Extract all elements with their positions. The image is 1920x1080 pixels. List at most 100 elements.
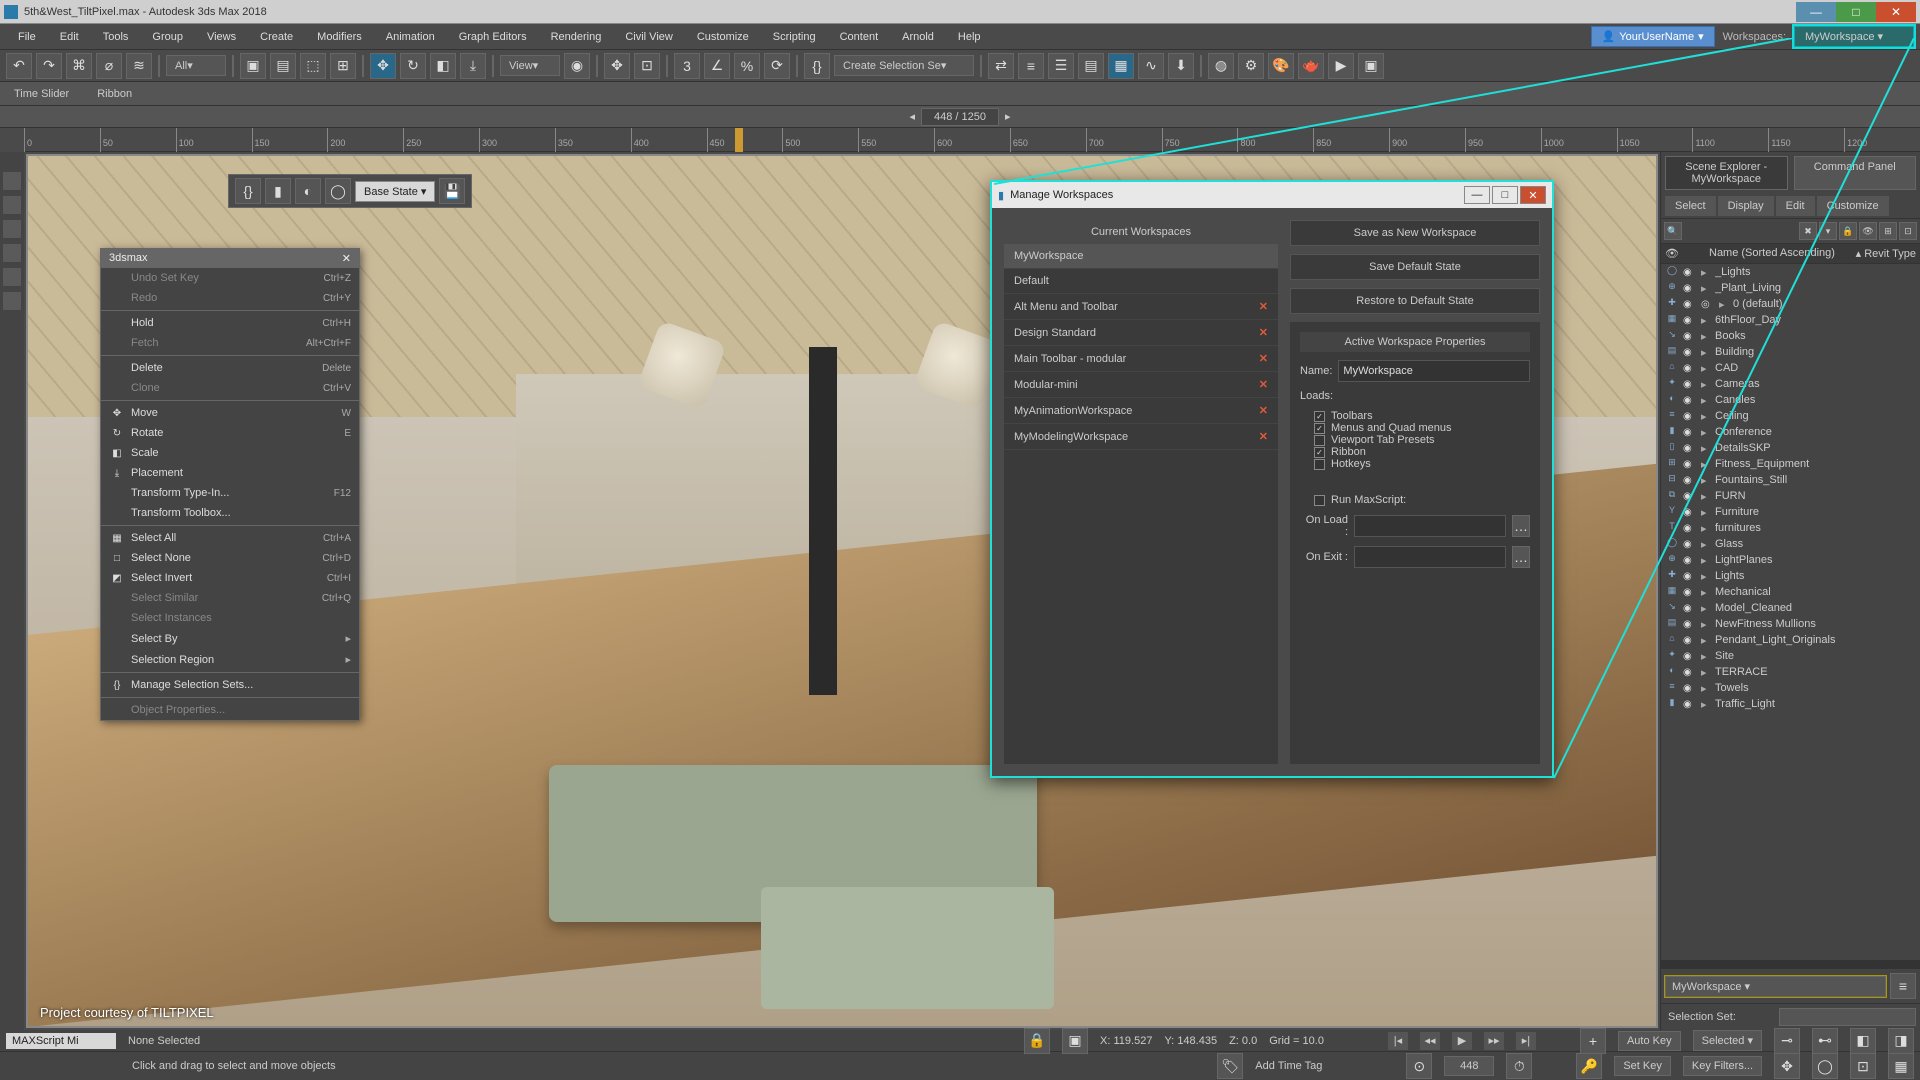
visibility-icon[interactable]: ◉ (1683, 379, 1697, 390)
select-object-button[interactable]: ▣ (240, 53, 266, 79)
render-frame-button[interactable]: 🎨 (1268, 53, 1294, 79)
tab-command-panel[interactable]: Command Panel (1794, 156, 1917, 190)
maxscript-listener[interactable]: MAXScript Mi (6, 1033, 116, 1049)
layer-button[interactable]: ☰ (1048, 53, 1074, 79)
visibility-icon[interactable]: ◉ (1683, 619, 1697, 630)
delete-workspace-icon[interactable]: ✕ (1259, 404, 1268, 417)
window-crossing-button[interactable]: ⊞ (330, 53, 356, 79)
close-button[interactable]: ✕ (1876, 2, 1916, 22)
scale-button[interactable]: ◧ (430, 53, 456, 79)
load-checkbox[interactable] (1314, 411, 1325, 422)
snap-button[interactable]: 3 (674, 53, 700, 79)
state-icon[interactable]: {} (235, 178, 261, 204)
workspace-modular-mini[interactable]: Modular-mini✕ (1004, 372, 1278, 398)
ctx-delete[interactable]: DeleteDelete (101, 358, 359, 378)
onexit-input[interactable] (1354, 546, 1506, 568)
expand-icon[interactable]: ▸ (1701, 426, 1711, 439)
visibility-icon[interactable]: ◉ (1683, 395, 1697, 406)
ctx-select-all[interactable]: ▦Select AllCtrl+A (101, 528, 359, 548)
scene-item[interactable]: ▦◉▸Mechanical (1661, 584, 1920, 600)
menu-modifiers[interactable]: Modifiers (305, 27, 374, 47)
onload-input[interactable] (1354, 515, 1506, 537)
workspace-main-toolbar-modular[interactable]: Main Toolbar - modular✕ (1004, 346, 1278, 372)
expand-icon[interactable]: ▸ (1701, 666, 1711, 679)
bind-button[interactable]: ≋ (126, 53, 152, 79)
key-mode-icon[interactable]: ⊙ (1406, 1053, 1432, 1079)
se-tool-icon[interactable]: ▾ (1819, 222, 1837, 240)
expand-icon[interactable]: ▸ (1701, 330, 1711, 343)
scene-item[interactable]: ▯◉▸DetailsSKP (1661, 440, 1920, 456)
tab-scene-explorer[interactable]: Scene Explorer - MyWorkspace (1665, 156, 1788, 190)
visibility-icon[interactable]: ◉ (1683, 459, 1697, 470)
scene-item[interactable]: ✚◉◎▸0 (default) (1661, 296, 1920, 312)
expand-icon[interactable]: ▸ (1701, 554, 1711, 567)
key-icon[interactable]: ◧ (1850, 1028, 1876, 1054)
time-slider[interactable]: ◂ 448 / 1250 ▸ (0, 106, 1920, 128)
isolate-icon[interactable]: ▣ (1062, 1028, 1088, 1054)
scene-item[interactable]: ▤◉▸Building (1661, 344, 1920, 360)
expand-icon[interactable]: ▸ (1701, 362, 1711, 375)
expand-icon[interactable]: ▸ (1701, 346, 1711, 359)
selection-sets-button[interactable]: {} (804, 53, 830, 79)
se-search-icon[interactable]: 🔍 (1664, 222, 1682, 240)
load-checkbox[interactable] (1314, 435, 1325, 446)
scene-item[interactable]: ⌂◉▸Pendant_Light_Originals (1661, 632, 1920, 648)
state-icon[interactable]: ▮ (265, 178, 291, 204)
refcoord-combo[interactable]: View ▾ (500, 55, 560, 76)
render-last-button[interactable]: ▣ (1358, 53, 1384, 79)
ctx-select-by[interactable]: Select By (101, 628, 359, 649)
visibility-icon[interactable]: ◉ (1683, 667, 1697, 678)
angle-snap-button[interactable]: ∠ (704, 53, 730, 79)
menu-customize[interactable]: Customize (685, 27, 761, 47)
rotate-button[interactable]: ↻ (400, 53, 426, 79)
visibility-icon[interactable]: ◉ (1683, 571, 1697, 582)
key-icon[interactable]: ⊸ (1774, 1028, 1800, 1054)
visibility-icon[interactable]: ◉ (1683, 475, 1697, 486)
expand-icon[interactable]: ▸ (1701, 378, 1711, 391)
freeze-icon[interactable]: ◎ (1701, 299, 1715, 310)
menu-content[interactable]: Content (828, 27, 891, 47)
subtab-display[interactable]: Display (1718, 196, 1774, 216)
dialog-maximize[interactable]: □ (1492, 186, 1518, 204)
ctx-hold[interactable]: HoldCtrl+H (101, 313, 359, 333)
expand-icon[interactable]: ▸ (1701, 586, 1711, 599)
scene-item[interactable]: ≡◉▸Ceiling (1661, 408, 1920, 424)
visibility-icon[interactable]: ◉ (1683, 603, 1697, 614)
workspace-alt-menu-and-toolbar[interactable]: Alt Menu and Toolbar✕ (1004, 294, 1278, 320)
visibility-icon[interactable]: ◉ (1683, 555, 1697, 566)
expand-icon[interactable]: ▸ (1701, 538, 1711, 551)
state-icon[interactable]: ◐ (295, 178, 321, 204)
manip-button[interactable]: ✥ (604, 53, 630, 79)
scene-item[interactable]: ▦◉▸6thFloor_Day (1661, 312, 1920, 328)
nav-icon[interactable]: ◯ (1812, 1053, 1838, 1079)
visibility-icon[interactable]: ◉ (1683, 539, 1697, 550)
visibility-icon[interactable]: ◉ (1683, 635, 1697, 646)
workspace-myanimationworkspace[interactable]: MyAnimationWorkspace✕ (1004, 398, 1278, 424)
visibility-icon[interactable]: ◉ (1683, 443, 1697, 454)
expand-icon[interactable]: ▸ (1701, 570, 1711, 583)
selection-set-combo[interactable]: Create Selection Se ▾ (834, 55, 974, 76)
select-name-button[interactable]: ▤ (270, 53, 296, 79)
setkey-button[interactable]: Set Key (1614, 1056, 1671, 1076)
load-checkbox[interactable] (1314, 447, 1325, 458)
selection-filter[interactable]: All ▾ (166, 55, 226, 76)
workspace-design-standard[interactable]: Design Standard✕ (1004, 320, 1278, 346)
nav-icon[interactable]: ⊡ (1850, 1053, 1876, 1079)
menu-group[interactable]: Group (140, 27, 195, 47)
expand-icon[interactable]: ▸ (1701, 282, 1711, 295)
scene-item[interactable]: ↘◉▸Books (1661, 328, 1920, 344)
rail-icon[interactable] (3, 220, 21, 238)
menu-civil-view[interactable]: Civil View (613, 27, 684, 47)
expand-icon[interactable]: ▸ (1701, 266, 1711, 279)
time-marker[interactable] (735, 128, 743, 152)
rail-icon[interactable] (3, 196, 21, 214)
visibility-icon[interactable]: ◉ (1683, 427, 1697, 438)
workspace-selector[interactable]: MyWorkspace ▾ (1794, 26, 1914, 47)
maximize-button[interactable]: □ (1836, 2, 1876, 22)
redo-button[interactable]: ↷ (36, 53, 62, 79)
state-save-icon[interactable]: 💾 (439, 178, 465, 204)
scene-list[interactable]: ◯◉▸_Lights⊕◉▸_Plant_Living✚◉◎▸0 (default… (1661, 264, 1920, 960)
expand-icon[interactable]: ▸ (1701, 442, 1711, 455)
se-tool-icon[interactable]: 🔒 (1839, 222, 1857, 240)
scene-item[interactable]: Y◉▸Furniture (1661, 504, 1920, 520)
